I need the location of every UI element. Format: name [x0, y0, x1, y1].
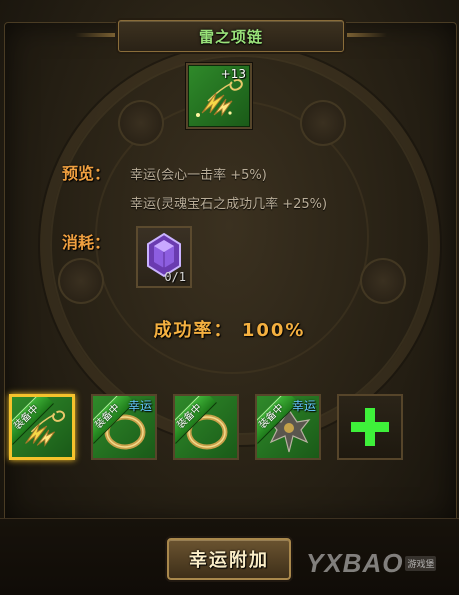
preview-line: 幸运(灵魂宝石之成功几率 +25%) [130, 197, 328, 212]
watermark-text: YXBAO [306, 548, 404, 578]
equipment-slot-ring[interactable]: 装备中 [173, 394, 239, 460]
page-title: 雷之项链 [198, 27, 263, 46]
enhance-panel: 雷之项链 +13 预览： 幸运(会心一击率 +5%) 幸运(灵魂宝石之成功几率 … [0, 0, 459, 595]
equipment-slot-amulet[interactable]: 装备中 幸运 [255, 394, 321, 460]
ornament-icon [58, 258, 104, 304]
preview-label: 预览： [62, 164, 111, 183]
success-rate: 成功率： 100% [153, 320, 306, 341]
lucky-tag: 幸运 [291, 399, 316, 413]
lucky-enchant-button[interactable]: 幸运附加 [167, 538, 291, 580]
ornament-icon [360, 258, 406, 304]
cost-item-slot[interactable]: 0/1 [136, 226, 192, 288]
cost-count: 0/1 [164, 270, 186, 284]
lucky-tag: 幸运 [127, 399, 152, 413]
item-level: +13 [220, 67, 246, 81]
plus-icon [351, 408, 389, 446]
add-slot-button[interactable] [337, 394, 403, 460]
cost-label: 消耗： [62, 233, 111, 252]
equipment-slot-necklace[interactable]: 装备中 [9, 394, 75, 460]
watermark-subtext: 游戏堡 [405, 556, 437, 571]
preview-line: 幸运(会心一击率 +5%) [130, 168, 267, 183]
ornament-icon [300, 100, 346, 146]
equipment-slot-ring[interactable]: 装备中 幸运 [91, 394, 157, 460]
watermark-logo: YXBAO 游戏堡 [306, 548, 437, 579]
ornament-icon [118, 100, 164, 146]
title-bar: 雷之项链 [75, 20, 344, 52]
target-item-slot[interactable]: +13 [186, 63, 252, 129]
